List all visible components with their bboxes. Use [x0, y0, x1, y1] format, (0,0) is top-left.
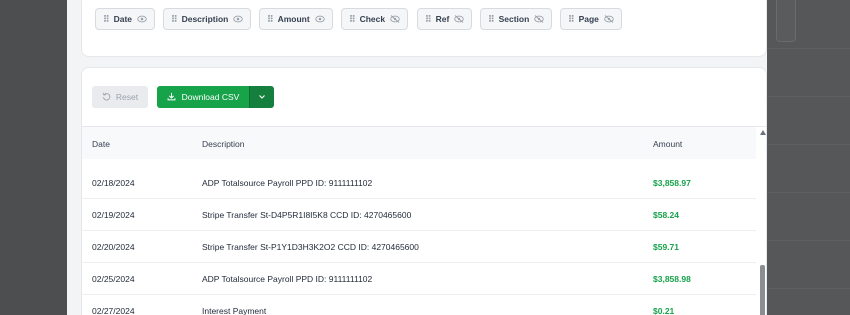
column-chip-amount[interactable]: ⠿ Amount: [259, 8, 333, 30]
cell-date: 02/19/2024: [92, 210, 135, 220]
background-divider: [767, 144, 850, 145]
cell-description: Interest Payment: [202, 306, 267, 315]
background-left-panel: [0, 0, 67, 315]
reset-button[interactable]: Reset: [92, 86, 148, 108]
eye-icon[interactable]: [233, 15, 244, 23]
eye-off-icon[interactable]: [390, 15, 400, 23]
reset-icon: [102, 92, 111, 103]
cell-date: 02/18/2024: [92, 178, 135, 188]
download-label: Download CSV: [181, 92, 240, 102]
cell-amount: $3,858.98: [653, 274, 691, 284]
column-chip-label: Section: [498, 14, 530, 24]
cell-description: Stripe Transfer St-P1Y1D3H3K2O2 CCD ID: …: [202, 242, 419, 252]
scroll-up-arrow-icon[interactable]: [760, 130, 766, 135]
background-divider: [767, 96, 850, 97]
background-divider: [767, 48, 850, 49]
background-divider: [767, 288, 850, 289]
column-chip-label: Description: [181, 14, 229, 24]
table-row[interactable]: 02/25/2024 ADP Totalsource Payroll PPD I…: [82, 263, 756, 295]
drag-handle-icon[interactable]: ⠿: [267, 14, 274, 25]
download-csv-button[interactable]: Download CSV: [157, 86, 249, 108]
column-chip-ref[interactable]: ⠿ Ref: [417, 8, 473, 30]
background-divider: [767, 240, 850, 241]
column-chip-label: Check: [359, 14, 386, 24]
column-chip-section[interactable]: ⠿ Section: [480, 8, 553, 30]
eye-off-icon[interactable]: [454, 15, 465, 23]
table-row[interactable]: 02/20/2024 Stripe Transfer St-P1Y1D3H3K2…: [82, 231, 756, 263]
drag-handle-icon[interactable]: ⠿: [103, 14, 110, 25]
export-modal: ⠿ Date ⠿ Description ⠿ Amount ⠿ Check ⠿ …: [67, 0, 767, 315]
column-chip-check[interactable]: ⠿ Check: [341, 8, 409, 30]
eye-icon[interactable]: [137, 15, 147, 23]
drag-handle-icon[interactable]: ⠿: [425, 14, 432, 25]
scrollbar-thumb[interactable]: [760, 265, 765, 315]
cell-description: ADP Totalsource Payroll PPD ID: 91111111…: [202, 178, 373, 188]
table-row[interactable]: 02/27/2024 Interest Payment $0.21: [82, 295, 756, 315]
background-widget: [776, 0, 796, 42]
cell-amount: $0.21: [653, 306, 675, 315]
download-icon: [167, 92, 176, 103]
header-date[interactable]: Date: [92, 139, 110, 149]
header-description[interactable]: Description: [202, 139, 245, 149]
table-row[interactable]: 02/18/2024 ADP Totalsource Payroll PPD I…: [82, 167, 756, 199]
drag-handle-icon[interactable]: ⠿: [488, 14, 495, 25]
column-chip-page[interactable]: ⠿ Page: [560, 8, 622, 30]
cell-amount: $59.71: [653, 242, 679, 252]
chevron-down-icon: [258, 93, 266, 102]
eye-off-icon[interactable]: [604, 15, 614, 23]
column-chip-description[interactable]: ⠿ Description: [163, 8, 252, 30]
cell-date: 02/27/2024: [92, 306, 135, 315]
eye-icon[interactable]: [314, 15, 325, 23]
cell-date: 02/25/2024: [92, 274, 135, 284]
reset-label: Reset: [115, 92, 139, 102]
column-chip-label: Date: [113, 14, 133, 24]
table-header: Date Description Amount: [82, 127, 756, 159]
cell-description: ADP Totalsource Payroll PPD ID: 91111111…: [202, 274, 373, 284]
vertical-scrollbar[interactable]: [757, 127, 766, 315]
cell-amount: $58.24: [653, 210, 679, 220]
column-chip-date[interactable]: ⠿ Date: [95, 8, 156, 30]
cell-amount: $3,858.97: [653, 178, 691, 188]
download-options-button[interactable]: [249, 86, 274, 108]
column-chooser: ⠿ Date ⠿ Description ⠿ Amount ⠿ Check ⠿ …: [81, 0, 767, 57]
drag-handle-icon[interactable]: ⠿: [171, 14, 178, 25]
eye-off-icon[interactable]: [534, 15, 545, 23]
drag-handle-icon[interactable]: ⠿: [349, 14, 356, 25]
cell-description: Stripe Transfer St-D4P5R1I8I5K8 CCD ID: …: [202, 210, 412, 220]
column-chip-label: Page: [578, 14, 599, 24]
header-amount[interactable]: Amount: [653, 139, 682, 149]
transactions-table: Date Description Amount 02/18/2024 ADP T…: [82, 126, 766, 315]
table-row[interactable]: 02/19/2024 Stripe Transfer St-D4P5R1I8I5…: [82, 199, 756, 231]
background-divider: [767, 192, 850, 193]
transactions-panel: Reset Download CSV Date Description Amou…: [81, 67, 767, 315]
column-chip-label: Amount: [277, 14, 310, 24]
column-chip-label: Ref: [435, 14, 450, 24]
cell-date: 02/20/2024: [92, 242, 135, 252]
drag-handle-icon[interactable]: ⠿: [568, 14, 575, 25]
